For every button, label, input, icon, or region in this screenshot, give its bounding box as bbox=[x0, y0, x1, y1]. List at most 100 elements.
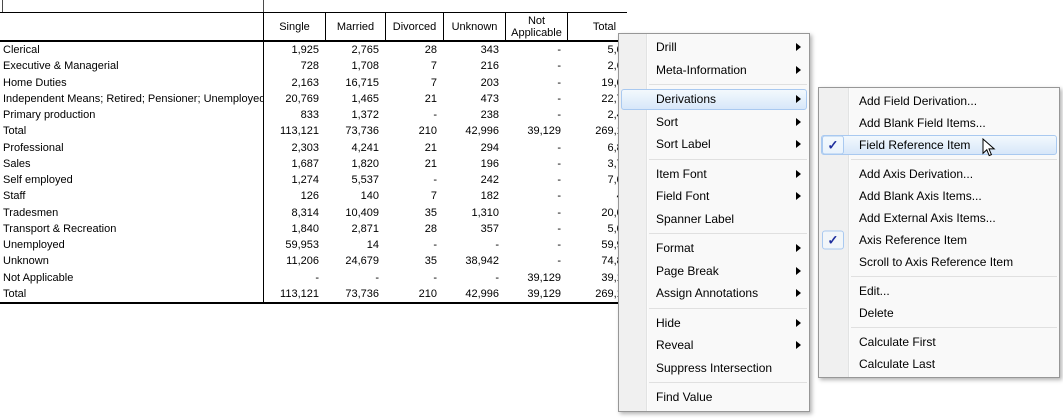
value-cell[interactable]: - bbox=[505, 91, 567, 107]
value-cell[interactable]: 1,708 bbox=[325, 58, 385, 74]
submenu-item-edit[interactable]: Edit... bbox=[819, 280, 1059, 302]
value-cell[interactable]: 2,871 bbox=[325, 221, 385, 237]
context-menu-item-hide[interactable]: Hide bbox=[619, 312, 809, 335]
value-cell[interactable]: 1,840 bbox=[263, 221, 325, 237]
value-cell[interactable]: 28 bbox=[385, 42, 443, 58]
value-cell[interactable]: - bbox=[385, 172, 443, 188]
value-cell[interactable]: 7 bbox=[385, 75, 443, 91]
value-cell[interactable]: - bbox=[505, 237, 567, 253]
context-menu-item-reveal[interactable]: Reveal bbox=[619, 334, 809, 357]
value-cell[interactable]: 473 bbox=[443, 91, 505, 107]
value-cell[interactable]: 35 bbox=[385, 205, 443, 221]
value-cell[interactable]: 24,679 bbox=[325, 253, 385, 269]
value-cell[interactable]: 238 bbox=[443, 107, 505, 123]
value-cell[interactable]: - bbox=[385, 237, 443, 253]
value-cell[interactable]: 1,372 bbox=[325, 107, 385, 123]
value-cell[interactable]: - bbox=[385, 107, 443, 123]
value-cell[interactable]: 39,129 bbox=[505, 270, 567, 286]
row-label[interactable]: Sales bbox=[0, 156, 263, 172]
value-cell[interactable]: - bbox=[505, 42, 567, 58]
submenu-item-calculate-last[interactable]: Calculate Last bbox=[819, 353, 1059, 375]
context-menu-item-page-break[interactable]: Page Break bbox=[619, 260, 809, 283]
value-cell[interactable]: 210 bbox=[385, 286, 443, 302]
value-cell[interactable]: 21 bbox=[385, 156, 443, 172]
value-cell[interactable]: 42,996 bbox=[443, 286, 505, 302]
row-label[interactable]: Total bbox=[0, 123, 263, 139]
value-cell[interactable]: 1,465 bbox=[325, 91, 385, 107]
value-cell[interactable]: 10,409 bbox=[325, 205, 385, 221]
value-cell[interactable]: - bbox=[505, 75, 567, 91]
value-cell[interactable]: 126 bbox=[263, 188, 325, 204]
row-label[interactable]: Not Applicable bbox=[0, 270, 263, 286]
value-cell[interactable]: 14 bbox=[325, 237, 385, 253]
value-cell[interactable]: 20,769 bbox=[263, 91, 325, 107]
value-cell[interactable]: 21 bbox=[385, 140, 443, 156]
submenu-item-scroll-to-axis-reference-item[interactable]: Scroll to Axis Reference Item bbox=[819, 251, 1059, 273]
value-cell[interactable]: 5,537 bbox=[325, 172, 385, 188]
value-cell[interactable]: 357 bbox=[443, 221, 505, 237]
value-cell[interactable]: 113,121 bbox=[263, 286, 325, 302]
value-cell[interactable]: 182 bbox=[443, 188, 505, 204]
value-cell[interactable]: 2,765 bbox=[325, 42, 385, 58]
value-cell[interactable]: - bbox=[263, 270, 325, 286]
row-label[interactable]: Home Duties bbox=[0, 75, 263, 91]
context-menu-item-find-value[interactable]: Find Value bbox=[619, 386, 809, 409]
value-cell[interactable]: 7 bbox=[385, 188, 443, 204]
value-cell[interactable]: - bbox=[443, 270, 505, 286]
row-label[interactable]: Independent Means; Retired; Pensioner; U… bbox=[0, 91, 263, 107]
value-cell[interactable]: - bbox=[505, 188, 567, 204]
submenu-item-add-blank-axis-items[interactable]: Add Blank Axis Items... bbox=[819, 185, 1059, 207]
value-cell[interactable]: 343 bbox=[443, 42, 505, 58]
context-menu-item-sort[interactable]: Sort bbox=[619, 111, 809, 134]
value-cell[interactable]: - bbox=[505, 156, 567, 172]
column-header[interactable]: Divorced bbox=[385, 13, 443, 40]
value-cell[interactable]: 1,310 bbox=[443, 205, 505, 221]
value-cell[interactable]: 216 bbox=[443, 58, 505, 74]
value-cell[interactable]: 39,129 bbox=[505, 286, 567, 302]
row-label[interactable]: Unemployed bbox=[0, 237, 263, 253]
value-cell[interactable]: 4,241 bbox=[325, 140, 385, 156]
value-cell[interactable]: 113,121 bbox=[263, 123, 325, 139]
column-header[interactable]: Not Applicable bbox=[505, 13, 567, 40]
value-cell[interactable]: 35 bbox=[385, 253, 443, 269]
row-label[interactable]: Staff bbox=[0, 188, 263, 204]
value-cell[interactable]: 28 bbox=[385, 221, 443, 237]
row-label[interactable]: Clerical bbox=[0, 42, 263, 58]
submenu-item-calculate-first[interactable]: Calculate First bbox=[819, 331, 1059, 353]
value-cell[interactable]: 1,687 bbox=[263, 156, 325, 172]
context-menu-item-drill[interactable]: Drill bbox=[619, 36, 809, 59]
value-cell[interactable]: 73,736 bbox=[325, 123, 385, 139]
context-menu-item-suppress-intersection[interactable]: Suppress Intersection bbox=[619, 357, 809, 380]
value-cell[interactable]: 59,953 bbox=[263, 237, 325, 253]
context-menu-item-derivations[interactable]: Derivations bbox=[619, 88, 809, 111]
value-cell[interactable]: 2,303 bbox=[263, 140, 325, 156]
row-label[interactable]: Tradesmen bbox=[0, 205, 263, 221]
value-cell[interactable]: - bbox=[443, 237, 505, 253]
value-cell[interactable]: - bbox=[505, 253, 567, 269]
value-cell[interactable]: - bbox=[325, 270, 385, 286]
value-cell[interactable]: 140 bbox=[325, 188, 385, 204]
value-cell[interactable]: - bbox=[505, 107, 567, 123]
value-cell[interactable]: 242 bbox=[443, 172, 505, 188]
context-menu-item-sort-label[interactable]: Sort Label bbox=[619, 133, 809, 156]
context-menu-item-meta-information[interactable]: Meta-Information bbox=[619, 59, 809, 82]
value-cell[interactable]: - bbox=[505, 140, 567, 156]
row-label[interactable]: Transport & Recreation bbox=[0, 221, 263, 237]
value-cell[interactable]: 8,314 bbox=[263, 205, 325, 221]
value-cell[interactable]: 1,274 bbox=[263, 172, 325, 188]
value-cell[interactable]: - bbox=[505, 172, 567, 188]
row-label[interactable]: Professional bbox=[0, 140, 263, 156]
submenu-item-axis-reference-item[interactable]: ✓Axis Reference Item bbox=[819, 229, 1059, 251]
context-menu-item-field-font[interactable]: Field Font bbox=[619, 185, 809, 208]
column-header[interactable]: Married bbox=[325, 13, 385, 40]
context-menu-item-assign-annotations[interactable]: Assign Annotations bbox=[619, 282, 809, 305]
value-cell[interactable]: 294 bbox=[443, 140, 505, 156]
value-cell[interactable]: - bbox=[385, 270, 443, 286]
column-header[interactable]: Single bbox=[263, 13, 325, 40]
row-label[interactable]: Total bbox=[0, 286, 263, 302]
value-cell[interactable]: 73,736 bbox=[325, 286, 385, 302]
submenu-item-add-axis-derivation[interactable]: Add Axis Derivation... bbox=[819, 163, 1059, 185]
value-cell[interactable]: 21 bbox=[385, 91, 443, 107]
value-cell[interactable]: 1,820 bbox=[325, 156, 385, 172]
value-cell[interactable]: 728 bbox=[263, 58, 325, 74]
